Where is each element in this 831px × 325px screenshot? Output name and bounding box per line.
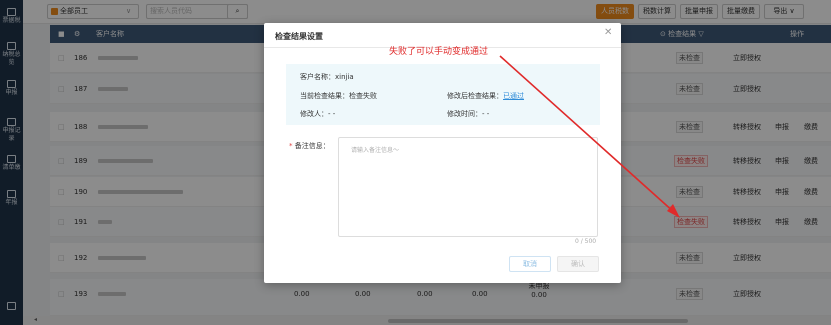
info-panel: 客户名称：xinjia 当前检查结果：检查失败 修改后检查结果：已通过 修改人：…: [286, 64, 600, 125]
remark-label: * 备注信息：: [289, 142, 330, 150]
after-result: 修改后检查结果：已通过: [447, 91, 524, 101]
remark-placeholder: 请输入备注信息～: [351, 147, 400, 154]
after-result-label: 修改后检查结果：: [447, 92, 503, 100]
required-icon: *: [289, 142, 293, 150]
dialog-title: 检查结果设置: [275, 32, 323, 41]
after-result-link[interactable]: 已通过: [503, 92, 524, 100]
close-icon[interactable]: ✕: [604, 27, 612, 38]
modify-time: 修改时间：- -: [447, 110, 490, 118]
annotation-text: 失败了可以手动变成通过: [389, 47, 489, 57]
remark-textarea[interactable]: 请输入备注信息～: [338, 137, 598, 237]
confirm-button[interactable]: 确认: [557, 256, 599, 272]
customer-name: 客户名称：xinjia: [300, 73, 354, 81]
cancel-button[interactable]: 取消: [509, 256, 551, 272]
modifier: 修改人：- -: [300, 110, 336, 118]
current-result: 当前检查结果：检查失败: [300, 92, 377, 100]
result-settings-dialog: 检查结果设置 ✕ 客户名称：xinjia 当前检查结果：检查失败 修改后检查结果…: [264, 23, 621, 283]
char-counter: 0 / 500: [575, 238, 597, 245]
